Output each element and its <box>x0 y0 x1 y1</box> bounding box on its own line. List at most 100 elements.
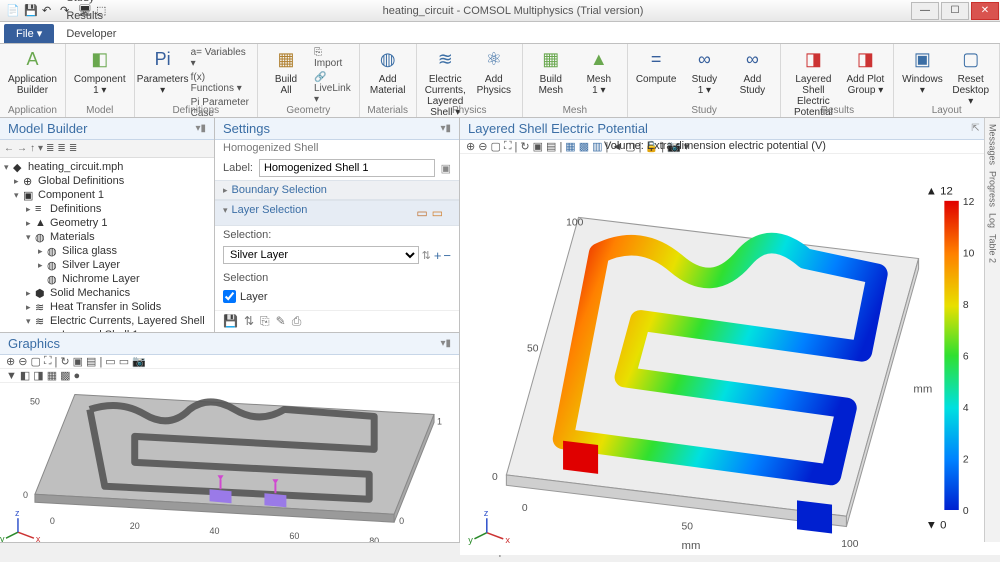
tree-node[interactable]: ▸≋Heat Transfer in Solids <box>0 300 214 314</box>
qat-save-icon[interactable]: 💾 <box>24 4 38 18</box>
layer-selection-header[interactable]: ▾Layer Selection ▭▭ <box>215 200 459 226</box>
select-icon[interactable]: ▭ <box>119 355 129 368</box>
tree-node[interactable]: ▸⬢Solid Mechanics <box>0 286 214 300</box>
zoom-extents-icon[interactable]: ⛶ <box>44 355 52 368</box>
tool-icon[interactable]: ◨ <box>33 369 43 382</box>
ribbon-button[interactable]: AApplicationBuilder <box>6 46 59 98</box>
svg-text:50: 50 <box>30 396 40 406</box>
side-tab-table-2[interactable]: Table 2 <box>988 234 998 263</box>
mb-tool-icon[interactable]: ↑ <box>30 143 35 154</box>
tree-node[interactable]: ▸▭Layered Shell 1 <box>0 328 214 332</box>
tree-node[interactable]: ▸≡Definitions <box>0 202 214 216</box>
minimize-button[interactable]: — <box>911 2 939 20</box>
tool-icon[interactable]: ▩ <box>60 369 70 382</box>
focus-icon[interactable]: ▣ <box>441 162 451 175</box>
side-tab-log[interactable]: Log <box>988 213 998 228</box>
mb-tool-icon[interactable]: ▾ <box>38 143 43 154</box>
qat-icon[interactable]: 📄 <box>6 4 20 18</box>
ribbon-stack-item[interactable]: ⎘ Import <box>312 46 353 70</box>
panel-menu-icon[interactable]: ▾▮ <box>440 338 451 349</box>
ribbon-button[interactable]: ▣Windows▾ <box>900 46 944 98</box>
settings-tool-icon[interactable]: ⎘ <box>260 314 270 329</box>
ribbon-button[interactable]: ▦BuildAll <box>264 46 308 98</box>
tab-developer[interactable]: Developer <box>56 25 127 43</box>
select-icon[interactable]: ▭ <box>105 355 115 368</box>
model-builder-title: Model Builder ▾▮ <box>0 118 214 140</box>
view-icon[interactable]: ▣ <box>73 355 83 368</box>
label-input[interactable] <box>259 159 435 177</box>
graphics-canvas[interactable]: 50 0 0 1 0 20 40 60 80 mm <box>0 383 459 542</box>
settings-tool-icon[interactable]: ⇅ <box>244 314 254 329</box>
ribbon-button[interactable]: ⚛AddPhysics <box>472 46 516 98</box>
ribbon-stack-item[interactable]: 🔗 LiveLink ▾ <box>312 71 353 106</box>
ribbon-button[interactable]: ◨Add PlotGroup ▾ <box>843 46 887 98</box>
ribbon-button[interactable]: PiParameters▾ <box>141 46 185 98</box>
tree-node[interactable]: ▾◍Materials <box>0 230 214 244</box>
tree-node[interactable]: ▸⊕Global Definitions <box>0 174 214 188</box>
ribbon-button[interactable]: ◧Component1 ▾ <box>72 46 128 98</box>
camera-icon[interactable]: 📷 <box>132 355 146 368</box>
mb-tool-icon[interactable]: ≣ <box>69 143 77 154</box>
ribbon-stack-item[interactable]: f(x) Functions ▾ <box>189 71 251 95</box>
model-tree[interactable]: ▾◆heating_circuit.mph▸⊕Global Definition… <box>0 158 214 332</box>
tree-node[interactable]: ▸◍Silver Layer <box>0 258 214 272</box>
ribbon-stack-item[interactable]: a= Variables ▾ <box>189 46 251 70</box>
ribbon-group-label: Model <box>72 105 128 117</box>
tool-icon[interactable]: ◧ <box>20 369 30 382</box>
ribbon-icon: ▢ <box>957 48 985 72</box>
ribbon-button[interactable]: ◍AddMaterial <box>366 46 410 98</box>
ribbon-icon: ▲ <box>585 48 613 72</box>
settings-tool-icon[interactable]: 💾 <box>223 314 238 329</box>
mb-tool-icon[interactable]: ≣ <box>46 143 54 154</box>
zoom-in-icon[interactable]: ⊕ <box>6 355 15 368</box>
maximize-button[interactable]: ☐ <box>941 2 969 20</box>
ribbon-group-label: Layout <box>900 105 993 117</box>
tree-node[interactable]: ▾▣Component 1 <box>0 188 214 202</box>
selection-dropdown[interactable]: Silver Layer <box>223 246 419 264</box>
settings-tool-icon[interactable]: ⎙ <box>292 314 302 329</box>
mb-tool-icon[interactable]: ≣ <box>57 143 65 154</box>
ribbon-button[interactable]: =Compute <box>634 46 679 87</box>
tree-node[interactable]: ◍Nichrome Layer <box>0 272 214 286</box>
panel-menu-icon[interactable]: ▾▮ <box>440 123 451 134</box>
layer-checkbox[interactable] <box>223 290 236 303</box>
ribbon-button[interactable]: ∞AddStudy <box>730 46 774 98</box>
tool-icon[interactable]: ● <box>74 370 81 382</box>
tree-node[interactable]: ▸◍Silica glass <box>0 244 214 258</box>
panel-pin-icon[interactable]: ⇱ <box>971 123 979 134</box>
tree-node[interactable]: ▾≋Electric Currents, Layered Shell <box>0 314 214 328</box>
layer-selection-label: Layer Selection <box>232 204 308 216</box>
tool-icon[interactable]: ▼ <box>6 370 17 382</box>
tab-results[interactable]: Results <box>56 7 127 25</box>
remove-icon[interactable]: − <box>443 248 451 263</box>
settings-tool-icon[interactable]: ✎ <box>276 314 286 329</box>
rotate-icon[interactable]: ↻ <box>60 355 69 368</box>
add-icon[interactable]: + <box>434 248 442 263</box>
selection-tool-icon[interactable]: ▭ <box>416 206 427 220</box>
qat-undo-icon[interactable]: ↶ <box>42 4 56 18</box>
ribbon-button[interactable]: ▲Mesh1 ▾ <box>577 46 621 98</box>
close-button[interactable]: ✕ <box>971 2 999 20</box>
tool-icon[interactable]: ▦ <box>47 369 57 382</box>
file-menu[interactable]: File ▾ <box>4 24 54 43</box>
mb-tool-icon[interactable]: → <box>17 143 27 154</box>
result-canvas[interactable]: 0 50 100 0 50 100 mm mm ▲ 12 024681012 ▼ <box>460 154 1000 555</box>
label-field-label: Label: <box>223 162 253 174</box>
graphics-title-text: Graphics <box>8 336 60 351</box>
view-icon[interactable]: ▤ <box>86 355 96 368</box>
ribbon-button[interactable]: ▢ResetDesktop ▾ <box>948 46 993 109</box>
zoom-out-icon[interactable]: ⊖ <box>18 355 27 368</box>
boundary-selection-header[interactable]: ▸Boundary Selection <box>215 180 459 200</box>
ribbon-button[interactable]: ▦BuildMesh <box>529 46 573 98</box>
ribbon-button[interactable]: ∞Study1 ▾ <box>682 46 726 98</box>
tab-study[interactable]: Study <box>56 0 127 7</box>
panel-menu-icon[interactable]: ▾▮ <box>195 123 206 134</box>
zoom-box-icon[interactable]: ▢ <box>30 355 40 368</box>
tree-node[interactable]: ▸▲Geometry 1 <box>0 216 214 230</box>
selection-tool-icon[interactable]: ▭ <box>432 206 443 220</box>
tree-node[interactable]: ▾◆heating_circuit.mph <box>0 160 214 174</box>
swap-icon[interactable]: ⇅ <box>422 249 431 262</box>
side-tab-progress[interactable]: Progress <box>988 171 998 207</box>
mb-tool-icon[interactable]: ← <box>4 143 14 154</box>
side-tab-messages[interactable]: Messages <box>988 124 998 165</box>
